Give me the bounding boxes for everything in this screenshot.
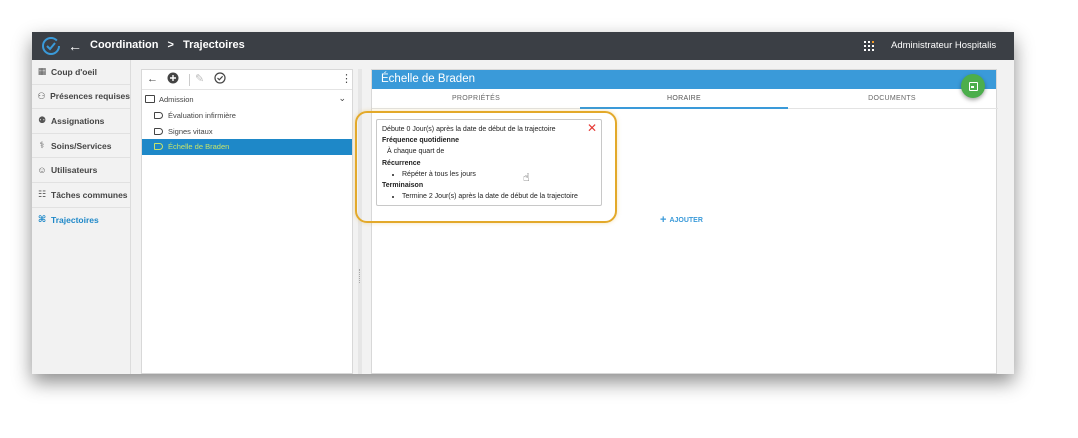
tree-item-label: Signes vitaux (168, 126, 213, 136)
drag-handle-icon[interactable] (359, 269, 361, 283)
arrow-left-icon[interactable]: ← (68, 37, 82, 55)
plus-icon: + (660, 214, 667, 226)
user-icon: ☺ (37, 165, 47, 176)
end-label: Terminaison (382, 182, 424, 190)
check-circle-icon[interactable] (214, 72, 226, 88)
sidebar-item-label: Soins/Services (51, 140, 112, 151)
label-icon (154, 112, 163, 120)
dashboard-icon: ▦ (37, 66, 47, 77)
tree-item-label: Échelle de Braden (168, 142, 230, 152)
top-bar: ← Coordination > Trajectoires Administra… (32, 32, 1014, 60)
apps-grid-icon[interactable] (864, 41, 874, 51)
recurrence-value: Répéter à tous les jours (402, 169, 596, 180)
sidebar-item-soins-services[interactable]: ⚕ Soins/Services (32, 134, 130, 159)
recurrence-label: Récurrence (382, 159, 421, 167)
trajectory-icon: ⌘ (37, 214, 47, 225)
panel-splitter[interactable] (358, 69, 362, 374)
sidebar-item-utilisateurs[interactable]: ☺ Utilisateurs (32, 158, 130, 183)
breadcrumb-item-trajectoires: Trajectoires (183, 39, 245, 51)
detail-panel: Échelle de Braden PROPRIÉTÉS HORAIRE DOC… (371, 69, 998, 374)
check-circle-icon[interactable] (41, 36, 61, 56)
tab-proprietes[interactable]: PROPRIÉTÉS (372, 89, 580, 109)
schedule-start: Débute 0 Jour(s) après la date de début … (382, 126, 556, 133)
user-menu[interactable]: Administrateur Hospitalis (891, 40, 996, 51)
sidebar-item-presences-requises[interactable]: ⚇ Présences requises (32, 85, 130, 110)
breadcrumb-item-coordination[interactable]: Coordination (90, 39, 158, 51)
app-window: ← Coordination > Trajectoires Administra… (32, 32, 1014, 374)
sidebar-item-label: Utilisateurs (51, 165, 98, 176)
tree-item[interactable]: Évaluation infirmière (142, 108, 352, 124)
hand-pointer-icon: ☝ (523, 172, 530, 184)
add-circle-icon[interactable] (167, 72, 179, 88)
sidebar-item-label: Coup d'oeil (51, 66, 97, 77)
arrow-left-icon[interactable]: ← (147, 73, 158, 86)
chevron-down-icon[interactable]: ⌄ (338, 93, 346, 104)
sidebar-item-taches-communes[interactable]: ☷ Tâches communes (32, 183, 130, 208)
breadcrumb-separator: > (167, 39, 174, 51)
breadcrumb: Coordination > Trajectoires (90, 39, 245, 51)
add-button-label: AJOUTER (669, 217, 703, 224)
sidebar-item-label: Tâches communes (51, 189, 128, 200)
label-icon (154, 143, 163, 151)
sidebar-item-label: Assignations (51, 115, 105, 126)
detail-title: Échelle de Braden (372, 70, 996, 89)
more-vertical-icon[interactable]: ⋮ (341, 73, 352, 86)
add-schedule-button[interactable]: + AJOUTER (660, 214, 703, 226)
tree-panel: ← ✎ ⋮ Admission ⌄ Évaluation infirmière … (141, 69, 353, 374)
sidebar-item-assignations[interactable]: ⚉ Assignations (32, 109, 130, 134)
frequency-value: À chaque quart de (387, 148, 445, 156)
people-icon: ⚇ (37, 90, 46, 101)
tree-root-admission[interactable]: Admission ⌄ (142, 90, 352, 108)
folder-icon (145, 95, 155, 103)
tree-item-selected[interactable]: Échelle de Braden (142, 139, 352, 155)
tree-toolbar: ← ✎ ⋮ (142, 70, 352, 90)
tab-horaire[interactable]: HORAIRE (580, 89, 788, 109)
care-icon: ⚕ (39, 140, 45, 151)
label-icon (154, 127, 163, 135)
detail-tabs: PROPRIÉTÉS HORAIRE DOCUMENTS (372, 89, 998, 109)
close-icon[interactable]: ✕ (587, 122, 597, 134)
schedule-card[interactable]: Débute 0 Jour(s) après la date de début … (376, 119, 602, 206)
tree-root-label: Admission (159, 94, 194, 104)
sidebar-nav: ▦ Coup d'oeil ⚇ Présences requises ⚉ Ass… (32, 60, 131, 374)
assign-icon: ⚉ (37, 115, 47, 126)
sidebar-item-coup-doeil[interactable]: ▦ Coup d'oeil (32, 60, 130, 85)
tab-documents[interactable]: DOCUMENTS (788, 89, 996, 109)
pencil-icon[interactable]: ✎ (195, 73, 204, 86)
frequency-label: Fréquence quotidienne (382, 137, 460, 145)
tree-item-label: Évaluation infirmière (168, 111, 236, 121)
toolbar-divider (189, 74, 190, 86)
sidebar-item-trajectoires[interactable]: ⌘ Trajectoires (32, 208, 130, 233)
sidebar-item-label: Trajectoires (51, 214, 99, 225)
tasks-icon: ☷ (37, 189, 47, 200)
end-value: Termine 2 Jour(s) après la date de début… (402, 191, 596, 202)
sidebar-item-label: Présences requises (50, 91, 130, 102)
tree-item[interactable]: Signes vitaux (142, 124, 352, 140)
